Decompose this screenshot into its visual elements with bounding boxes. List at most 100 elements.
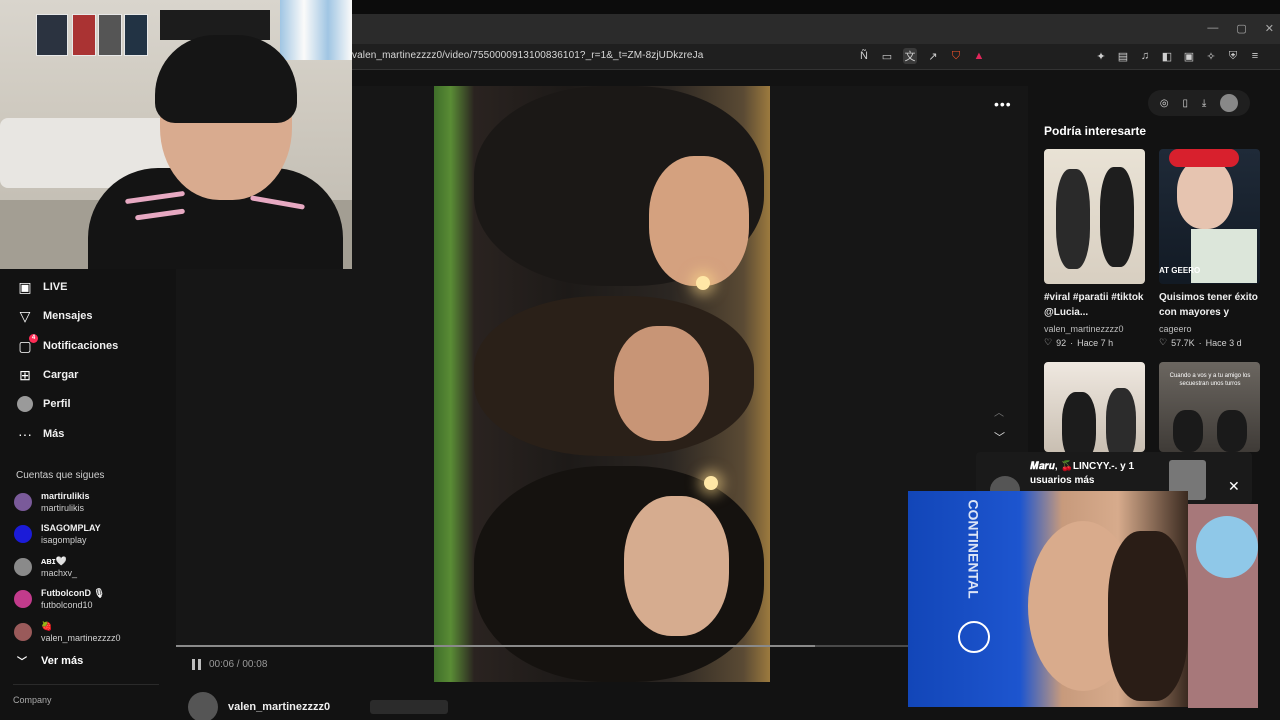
video-frame[interactable] xyxy=(434,86,770,682)
following-item[interactable]: FutbolconD 🎙 futbolcond10 xyxy=(14,587,105,611)
thumb-person xyxy=(1062,392,1096,452)
maximize-button[interactable]: ▢ xyxy=(1236,22,1246,35)
author-name[interactable]: valen_martinezzzz0 xyxy=(228,701,330,713)
rec-user[interactable]: cageero xyxy=(1159,324,1260,334)
profile-icon xyxy=(16,395,34,413)
rec-card-3[interactable] xyxy=(1044,362,1145,452)
close-window-button[interactable]: ✕ xyxy=(1265,22,1274,35)
webcam-poster xyxy=(124,14,148,56)
nav-more[interactable]: ··· Más xyxy=(16,423,64,445)
music-icon[interactable]: ♫ xyxy=(1138,48,1152,64)
extension-icons: ✦ ▤ ♫ ◧ ▣ ✧ ⛨ ≡ xyxy=(1094,48,1262,64)
next-video-button[interactable]: ﹀ xyxy=(994,429,1005,445)
video-person-2-face xyxy=(614,326,709,441)
following-item[interactable]: ᴀʙɪ🤍 machxv_ xyxy=(14,555,77,579)
screen: — ▢ ✕ valen_martinezzzz0/video/755000091… xyxy=(0,0,1280,720)
following-user: futbolcond10 xyxy=(41,600,93,610)
rec-user[interactable]: valen_martinezzzz0 xyxy=(1044,324,1145,334)
rec-caption[interactable]: #viral #paratii #tiktok @Lucia... xyxy=(1044,290,1145,320)
wallet-icon[interactable]: ▣ xyxy=(1182,48,1196,64)
following-item[interactable]: ISAGOMPLAY isagomplay xyxy=(14,522,101,546)
thumb-person xyxy=(1173,410,1203,452)
nav-upload[interactable]: ⊞ Cargar xyxy=(16,364,78,386)
rec-stats: ♡ 57.7K · Hace 3 d xyxy=(1159,337,1260,348)
menu-icon[interactable]: ≡ xyxy=(1248,48,1262,64)
rec-card-2[interactable]: AT GEERO Quisimos tener éxito con mayore… xyxy=(1159,149,1260,348)
inbox-icon: ▢ 4 xyxy=(16,334,38,355)
notification-badge: 4 xyxy=(29,334,38,343)
rec-age: Hace 3 d xyxy=(1205,337,1242,348)
avatar xyxy=(14,493,32,511)
thumb-person xyxy=(1056,169,1090,269)
download-icon[interactable]: ⤓ xyxy=(1202,98,1206,109)
vpn-icon[interactable]: ⛨ xyxy=(1226,48,1240,64)
overlay-jersey-text: CONTINENTAL xyxy=(965,499,982,599)
webcam-jersey xyxy=(280,0,352,60)
popup-text[interactable]: 𝑴𝒂𝒓𝒖, 🍒LINCYY.-. y 1 usuarios más xyxy=(1030,460,1160,488)
video-progress-fill xyxy=(176,645,815,647)
company-link[interactable]: Company xyxy=(13,695,52,705)
rec-age: Hace 7 h xyxy=(1077,337,1114,348)
nav-messages[interactable]: ▽ Mensajes xyxy=(16,305,93,327)
user-avatar[interactable] xyxy=(1220,94,1239,112)
video-light xyxy=(704,476,718,490)
more-options-button[interactable]: ••• xyxy=(994,96,1012,112)
profile-avatar xyxy=(17,396,33,412)
overlay-badge xyxy=(958,621,990,653)
follow-button[interactable] xyxy=(370,700,449,714)
following-item[interactable]: 🍓 valen_martinezzzz0 xyxy=(14,620,121,644)
avatar xyxy=(14,623,32,641)
sidebar-toggle-icon[interactable]: ◧ xyxy=(1160,48,1174,64)
following-user: isagomplay xyxy=(41,535,87,545)
rec-card-1[interactable]: #viral #paratii #tiktok @Lucia... valen_… xyxy=(1044,149,1145,348)
rec-likes: 57.7K xyxy=(1171,337,1195,348)
rec-stats: ♡ 92 · Hace 7 h xyxy=(1044,337,1145,348)
playback-controls: 00:06 / 00:08 xyxy=(192,659,267,670)
author-row: valen_martinezzzz0 xyxy=(188,692,449,720)
leo-ai-icon[interactable]: ✧ xyxy=(1204,48,1218,64)
author-avatar[interactable] xyxy=(188,692,218,720)
minimize-button[interactable]: — xyxy=(1207,22,1218,35)
chevron-down-icon: ﹀ xyxy=(17,657,27,668)
rec-thumb[interactable] xyxy=(1044,149,1145,284)
previous-video-button[interactable]: ︿ xyxy=(994,404,1004,419)
thumb-person xyxy=(1217,410,1247,452)
video-progress-bar[interactable] xyxy=(176,645,1028,647)
rec-thumb[interactable] xyxy=(1044,362,1145,452)
coins-icon[interactable]: ◎ xyxy=(1160,98,1169,109)
extensions-icon[interactable]: ✦ xyxy=(1094,48,1108,64)
cast-icon[interactable]: ▭ xyxy=(880,48,894,64)
rec-thumb[interactable]: Cuando a vos y a tu amigo los secuestran… xyxy=(1159,362,1260,452)
translate-icon[interactable]: 文 xyxy=(903,48,917,64)
separator: · xyxy=(1070,337,1074,348)
address-bar-actions: Ñ ▭ 文 ↗ ⛉ ▲ xyxy=(857,48,986,64)
send-icon: ▽ xyxy=(19,307,31,324)
tracking-off-icon[interactable]: Ñ xyxy=(857,48,871,64)
nav-notifications[interactable]: ▢ 4 Notificaciones xyxy=(16,334,119,357)
rec-likes: 92 xyxy=(1056,337,1067,348)
see-more-label: Ver más xyxy=(41,654,84,667)
rec-thumb[interactable]: AT GEERO xyxy=(1159,149,1260,284)
nav-profile[interactable]: Perfil xyxy=(16,393,71,415)
see-more-button[interactable]: ﹀ Ver más xyxy=(17,653,84,669)
top-tools: ◎ ▯ ⤓ xyxy=(1148,90,1250,116)
nav-label: Cargar xyxy=(43,369,79,381)
webcam-hair xyxy=(155,35,297,123)
nav-label: Más xyxy=(43,428,65,440)
url-text[interactable]: valen_martinezzzz0/video/755000091310083… xyxy=(352,50,703,61)
nav-label: Notificaciones xyxy=(43,340,119,352)
brave-shield-icon[interactable]: ⛉ xyxy=(949,48,963,64)
nav-live[interactable]: ▣ LIVE xyxy=(16,276,67,298)
address-bar[interactable]: valen_martinezzzz0/video/755000091310083… xyxy=(352,44,1280,70)
video-person-3-face xyxy=(624,496,729,636)
rewards-icon[interactable]: ▲ xyxy=(972,48,986,64)
heart-icon: ♡ xyxy=(1159,337,1168,347)
reader-icon[interactable]: ▤ xyxy=(1116,48,1130,64)
following-item[interactable]: martirulikis martirulikis xyxy=(14,490,90,514)
pause-icon[interactable] xyxy=(192,659,201,670)
rec-card-4[interactable]: Cuando a vos y a tu amigo los secuestran… xyxy=(1159,362,1260,452)
rec-caption[interactable]: Quisimos tener éxito con mayores y esto.… xyxy=(1159,290,1260,320)
device-icon[interactable]: ▯ xyxy=(1182,98,1188,109)
share-icon[interactable]: ↗ xyxy=(926,48,940,64)
close-icon[interactable]: ✕ xyxy=(1228,478,1240,495)
